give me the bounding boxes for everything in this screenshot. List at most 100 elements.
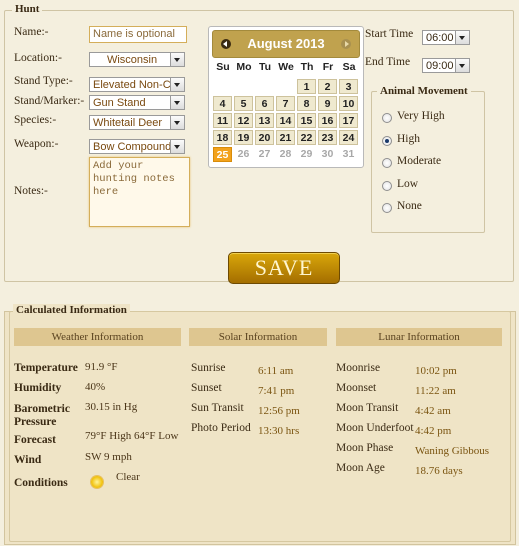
calendar-day[interactable]: 15 — [297, 113, 316, 128]
stand-marker-label: Stand/Marker:- — [14, 95, 85, 107]
conditions-label: Conditions — [14, 477, 68, 489]
radio-very-high[interactable] — [382, 113, 392, 123]
calendar-day[interactable]: 6 — [255, 96, 274, 111]
calendar-day: 28 — [276, 147, 295, 162]
pressure-label: Barometric Pressure — [14, 403, 70, 428]
species-select[interactable]: Whitetail Deer — [89, 115, 185, 130]
stand-type-value: Elevated Non-Cl — [93, 79, 174, 91]
chevron-down-icon[interactable] — [170, 116, 184, 129]
photo-period-label: Photo Period — [191, 422, 251, 434]
moon-transit-value: 4:42 am — [415, 405, 451, 417]
calculated-legend: Calculated Information — [13, 304, 130, 316]
calendar-day[interactable]: 17 — [339, 113, 358, 128]
sun-transit-value: 12:56 pm — [258, 405, 300, 417]
moonset-value: 11:22 am — [415, 385, 456, 397]
weekday-header: Sa — [342, 61, 356, 73]
chevron-down-icon[interactable] — [455, 31, 469, 44]
weapon-value: Bow Compound — [93, 141, 172, 153]
calendar-day[interactable]: 5 — [234, 96, 253, 111]
stand-type-label: Stand Type:- — [14, 75, 73, 87]
chevron-down-icon[interactable] — [170, 96, 184, 109]
location-label: Location:- — [14, 52, 62, 64]
name-input[interactable]: Name is optional — [89, 26, 187, 43]
weather-header: Weather Information — [14, 328, 181, 346]
calendar-day[interactable]: 23 — [318, 130, 337, 145]
end-time-select[interactable]: 09:00 — [422, 58, 470, 73]
conditions-value: Clear — [116, 471, 140, 483]
location-value: Wisconsin — [106, 54, 158, 66]
calendar-day[interactable]: 20 — [255, 130, 274, 145]
sunrise-value: 6:11 am — [258, 365, 294, 377]
calendar-day[interactable]: 8 — [297, 96, 316, 111]
moonset-label: Moonset — [336, 382, 377, 394]
moonrise-value: 10:02 pm — [415, 365, 457, 377]
calendar-day[interactable]: 12 — [234, 113, 253, 128]
wind-label: Wind — [14, 454, 42, 466]
radio-label[interactable]: Moderate — [397, 155, 441, 167]
radio-label[interactable]: None — [397, 200, 422, 212]
start-time-select[interactable]: 06:00 — [422, 30, 470, 45]
sunset-label: Sunset — [191, 382, 222, 394]
calendar-day[interactable]: 7 — [276, 96, 295, 111]
pressure-value: 30.15 in Hg — [85, 401, 138, 413]
calendar-day[interactable]: 18 — [213, 130, 232, 145]
weekday-header: Mo — [236, 61, 252, 73]
calendar-day[interactable]: 4 — [213, 96, 232, 111]
chevron-down-icon[interactable] — [170, 140, 184, 153]
calendar-day[interactable]: 1 — [297, 79, 316, 94]
weekday-header: We — [278, 61, 294, 73]
chevron-down-icon[interactable] — [455, 59, 469, 72]
calendar-day[interactable]: 25 — [213, 147, 232, 162]
end-time-value: 09:00 — [426, 60, 454, 72]
humidity-value: 40% — [85, 381, 106, 393]
radio-none[interactable] — [382, 203, 392, 213]
moon-phase-value: Waning Gibbous — [415, 445, 489, 457]
chevron-down-icon[interactable] — [170, 78, 184, 91]
calendar-header: August 2013 — [212, 30, 360, 58]
calendar-day[interactable]: 19 — [234, 130, 253, 145]
moon-transit-label: Moon Transit — [336, 402, 399, 414]
calendar-day[interactable]: 16 — [318, 113, 337, 128]
save-button[interactable]: SAVE — [228, 252, 340, 284]
calendar-day[interactable]: 2 — [318, 79, 337, 94]
hunt-legend: Hunt — [12, 3, 43, 15]
weekday-header: Su — [216, 61, 230, 73]
weapon-label: Weapon:- — [14, 138, 59, 150]
location-select[interactable]: Wisconsin — [89, 52, 185, 67]
calendar-day[interactable]: 13 — [255, 113, 274, 128]
name-label: Name:- — [14, 26, 49, 38]
moon-underfoot-value: 4:42 pm — [415, 425, 452, 437]
calendar-day[interactable]: 14 — [276, 113, 295, 128]
forecast-value: 79°F High 64°F Low — [85, 430, 179, 442]
calendar-day[interactable]: 9 — [318, 96, 337, 111]
moon-phase-label: Moon Phase — [336, 442, 394, 454]
radio-label[interactable]: Low — [397, 178, 418, 190]
calendar-day[interactable]: 10 — [339, 96, 358, 111]
photo-period-value: 13:30 hrs — [258, 425, 300, 437]
next-month-icon[interactable] — [341, 39, 351, 49]
radio-low[interactable] — [382, 180, 392, 191]
weapon-select[interactable]: Bow Compound — [89, 139, 185, 154]
stand-marker-select[interactable]: Gun Stand — [89, 95, 185, 110]
radio-high[interactable] — [382, 135, 392, 146]
calendar-day[interactable]: 21 — [276, 130, 295, 145]
stand-marker-value: Gun Stand — [93, 97, 146, 109]
calendar-day[interactable]: 22 — [297, 130, 316, 145]
start-time-label: Start Time — [365, 28, 414, 40]
calendar-day[interactable]: 11 — [213, 113, 232, 128]
calendar-day: 29 — [297, 147, 316, 162]
chevron-down-icon[interactable] — [170, 53, 184, 66]
stand-type-select[interactable]: Elevated Non-Cl — [89, 77, 185, 92]
calendar-day: 27 — [255, 147, 274, 162]
calendar-day[interactable]: 3 — [339, 79, 358, 94]
radio-label[interactable]: High — [397, 133, 420, 145]
radio-moderate[interactable] — [382, 158, 392, 168]
sunrise-label: Sunrise — [191, 362, 226, 374]
weekday-header: Tu — [258, 61, 272, 73]
calendar-day: 30 — [318, 147, 337, 162]
species-label: Species:- — [14, 114, 57, 126]
calendar-day[interactable]: 24 — [339, 130, 358, 145]
radio-label[interactable]: Very High — [397, 110, 445, 122]
calendar-day: 26 — [234, 147, 253, 162]
notes-textarea[interactable]: Add your hunting notes here — [89, 157, 190, 227]
